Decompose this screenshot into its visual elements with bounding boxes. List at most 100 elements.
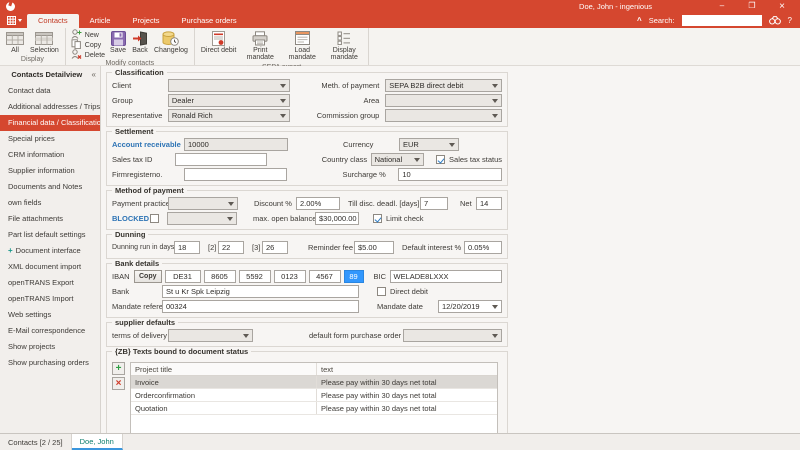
minimize-button[interactable] [707,1,737,12]
table-row-quotation[interactable]: Quotation Please pay within 30 days net … [131,402,497,415]
tab-article[interactable]: Article [79,14,122,28]
limit-check-checkbox[interactable] [373,214,382,223]
max-open-balance-field[interactable]: $30,000.00 [315,212,359,225]
menu-tab-bar: Contacts Article Projects Purchase order… [0,13,800,28]
direct-debit-button[interactable]: Direct debit [198,29,239,55]
blocked-checkbox[interactable] [150,214,159,223]
display-mandate-button[interactable]: Display mandate [323,29,365,63]
binoculars-search-icon[interactable] [769,15,781,27]
terms-of-delivery-select[interactable] [168,329,253,342]
iban-segment-2[interactable]: 8605 [204,270,236,283]
default-interest-field[interactable]: 0.05% [464,241,502,254]
search-input[interactable] [682,15,762,26]
sidebar-item-own-fields[interactable]: own fields [0,195,100,211]
bank-name-field[interactable]: St u Kr Spk Leipzig [162,285,359,298]
selection-button[interactable]: Selection [27,29,62,55]
default-interest-label: Default interest % [402,243,464,252]
iban-segment-5[interactable]: 4567 [309,270,341,283]
payment-practice-select[interactable] [168,197,238,210]
sidebar-item-document-interface[interactable]: Document interface [0,243,100,259]
currency-select[interactable]: EUR [399,138,459,151]
discount-label: Discount % [254,199,296,208]
client-select[interactable] [168,79,290,92]
mandate-reference-field[interactable]: 00324 [162,300,359,313]
surcharge-field[interactable]: 10 [398,168,502,181]
print-mandate-button[interactable]: Print mandate [239,29,281,63]
footer-tab-contacts-list[interactable]: Contacts [2 / 25] [0,434,72,450]
maximize-button[interactable] [737,1,767,12]
representative-select[interactable]: Ronald Rich [168,109,290,122]
sidebar-item-contact-data[interactable]: Contact data [0,83,100,99]
sales-tax-id-field[interactable] [175,153,267,166]
sidebar-item-show-projects[interactable]: Show projects [0,339,100,355]
column-text[interactable]: text [317,365,497,374]
sidebar-item-opentrans-import[interactable]: openTRANS Import [0,291,100,307]
iban-segment-3[interactable]: 5592 [239,270,271,283]
group-select[interactable]: Dealer [168,94,290,107]
all-button[interactable]: All [3,29,27,55]
sidebar-item-financial-data[interactable]: Financial data / Classification [0,115,100,131]
sidebar-item-supplier-information[interactable]: Supplier information [0,163,100,179]
delete-text-row-button[interactable] [112,377,125,390]
document-status-texts-table: Project title text Invoice Please pay wi… [130,362,498,433]
form-window-icon [295,30,310,46]
sidebar-item-xml-document-import[interactable]: XML document import [0,259,100,275]
iban-segment-4[interactable]: 0123 [274,270,306,283]
sidebar-item-part-list-defaults[interactable]: Part list default settings [0,227,100,243]
direct-debit-checkbox[interactable] [377,287,386,296]
net-label: Net [460,199,476,208]
dunning-run-1-field[interactable]: 18 [174,241,200,254]
tab-contacts[interactable]: Contacts [27,14,79,28]
changelog-button[interactable]: Changelog [151,29,191,55]
sidebar-item-crm-information[interactable]: CRM information [0,147,100,163]
method-of-payment-select[interactable]: SEPA B2B direct debit [385,79,502,92]
mandate-date-picker[interactable]: 12/20/2019 [438,300,502,313]
area-select[interactable] [385,94,502,107]
sidebar-item-opentrans-export[interactable]: openTRANS Export [0,275,100,291]
sidebar-item-web-settings[interactable]: Web settings [0,307,100,323]
table-header-row: Project title text [131,363,497,376]
net-field[interactable]: 14 [476,197,502,210]
discount-field[interactable]: 2.00% [296,197,340,210]
collapse-ribbon-icon[interactable] [637,16,642,25]
tab-purchase-orders[interactable]: Purchase orders [171,14,248,28]
footer-tab-current-contact[interactable]: Doe, John [72,434,123,450]
sidebar-collapse-icon[interactable] [92,70,96,79]
account-receivable-field[interactable]: 10000 [184,138,288,151]
iban-segment-1[interactable]: DE31 [165,270,201,283]
sidebar-item-documents-notes[interactable]: Documents and Notes [0,179,100,195]
copy-iban-button[interactable]: Copy [134,270,162,283]
sales-tax-status-checkbox[interactable] [436,155,445,164]
sidebar-item-email-correspondence[interactable]: E-Mail correspondence [0,323,100,339]
load-mandate-button[interactable]: Load mandate [281,29,323,63]
till-discount-deadline-field[interactable]: 7 [420,197,448,210]
search-label: Search: [649,16,675,25]
commission-group-select[interactable] [385,109,502,122]
sidebar-item-special-prices[interactable]: Special prices [0,131,100,147]
grid-menu-icon [7,16,16,25]
account-receivable-label[interactable]: Account receivable [112,140,184,149]
dunning-run-2-field[interactable]: 22 [218,241,244,254]
close-button[interactable] [767,1,797,12]
save-button[interactable]: Save [107,29,129,55]
sidebar-item-show-purchasing-orders[interactable]: Show purchasing orders [0,355,100,371]
firmregister-field[interactable] [184,168,288,181]
blocked-reason-select[interactable] [167,212,237,225]
table-row-orderconfirmation[interactable]: Orderconfirmation Please pay within 30 d… [131,389,497,402]
iban-segment-6-selected[interactable]: 89 [344,270,364,283]
help-icon[interactable] [788,16,792,25]
add-text-row-button[interactable] [112,362,125,375]
client-label: Client [112,81,168,90]
dunning-run-3-field[interactable]: 26 [262,241,288,254]
table-row-invoice[interactable]: Invoice Please pay within 30 days net to… [131,376,497,389]
reminder-fee-field[interactable]: $5.00 [354,241,394,254]
sidebar-item-additional-addresses[interactable]: Additional addresses / Trips [0,99,100,115]
back-button[interactable]: Back [129,29,151,55]
bic-field[interactable]: WELADE8LXXX [390,270,503,283]
sidebar-item-file-attachments[interactable]: File attachments [0,211,100,227]
country-class-select[interactable]: National [371,153,424,166]
default-form-purchase-order-select[interactable] [403,329,502,342]
application-menu-button[interactable] [0,13,27,28]
tab-projects[interactable]: Projects [121,14,170,28]
column-project-title[interactable]: Project title [131,363,317,375]
